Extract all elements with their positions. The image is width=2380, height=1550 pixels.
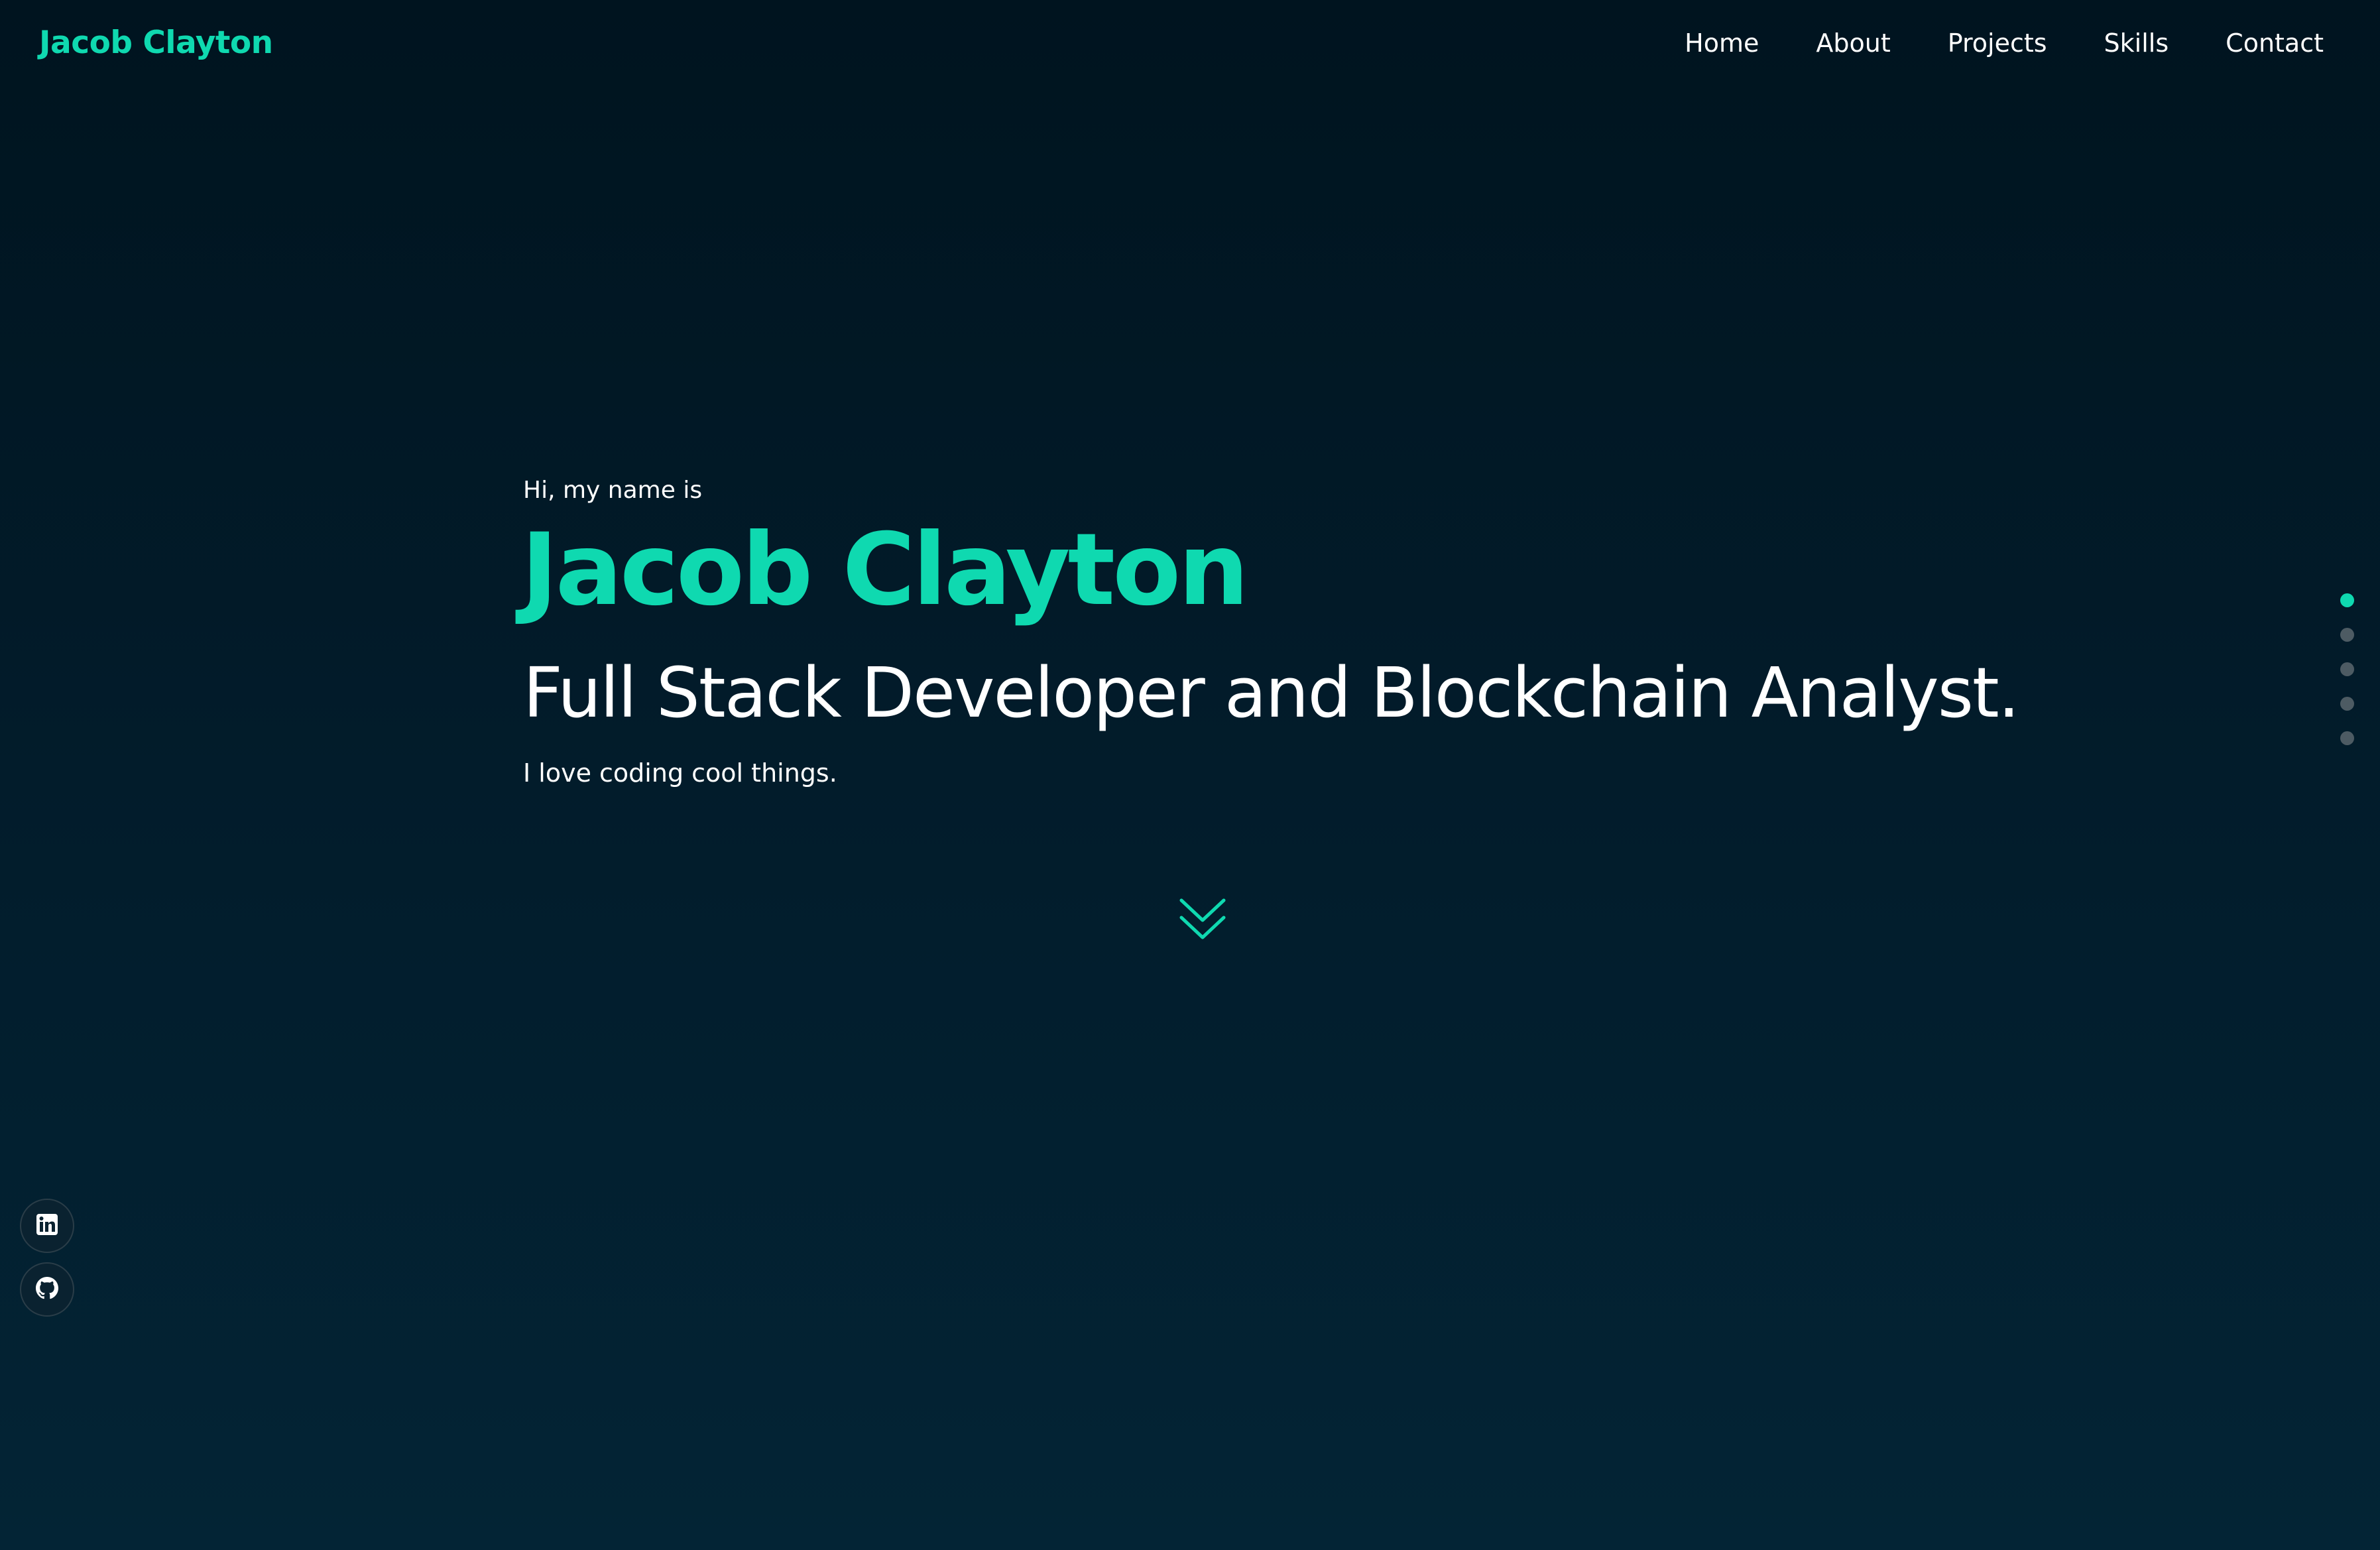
section-dot-contact[interactable] [2340, 731, 2354, 745]
main-nav: Home About Projects Skills Contact [1685, 20, 2324, 66]
hero-name: Jacob Clayton [521, 512, 1249, 628]
hero-role: Full Stack Developer and Blockchain Anal… [523, 652, 2020, 733]
nav-contact[interactable]: Contact [2226, 20, 2324, 66]
section-dot-about[interactable] [2340, 628, 2354, 642]
section-dot-skills[interactable] [2340, 697, 2354, 711]
double-chevron-down-icon[interactable] [1177, 896, 1228, 944]
linkedin-button[interactable] [20, 1199, 74, 1253]
section-dots [2340, 593, 2354, 745]
nav-skills[interactable]: Skills [2104, 20, 2169, 66]
section-dot-projects[interactable] [2340, 662, 2354, 676]
brand-logo[interactable]: Jacob Clayton [39, 20, 273, 66]
nav-about[interactable]: About [1816, 20, 1890, 66]
github-button[interactable] [20, 1262, 74, 1317]
linkedin-icon [36, 1213, 58, 1238]
nav-home[interactable]: Home [1685, 20, 1759, 66]
section-dot-home[interactable] [2340, 593, 2354, 607]
hero-tagline: I love coding cool things. [523, 758, 837, 788]
hero-greeting: Hi, my name is [523, 477, 703, 504]
github-icon [36, 1277, 58, 1302]
nav-projects[interactable]: Projects [1948, 20, 2047, 66]
